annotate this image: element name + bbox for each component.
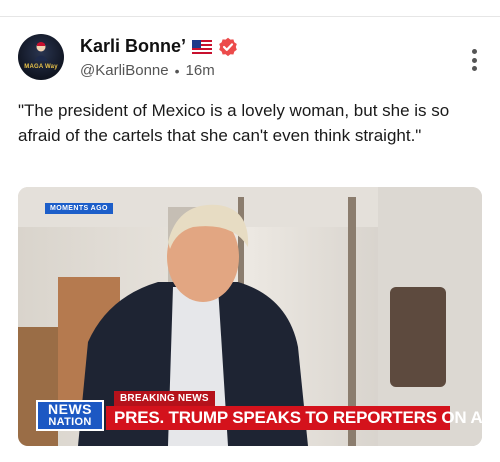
avatar[interactable]: MAGA Way xyxy=(18,34,64,80)
meta-row: @KarliBonne • 16m xyxy=(80,62,215,79)
news-nation-logo: NEWS NATION xyxy=(36,400,104,431)
video-thumbnail[interactable]: MOMENTS AGO BREAKING NEWS NEWS NATION PR… xyxy=(18,187,482,446)
news-ticker: BREAKING NEWS NEWS NATION PRES. TRUMP SP… xyxy=(36,391,482,431)
verified-badge-icon xyxy=(219,37,237,56)
display-name[interactable]: Karli Bonne’ xyxy=(80,36,186,57)
us-flag-icon xyxy=(192,39,213,54)
name-row: Karli Bonne’ xyxy=(80,36,238,57)
handle[interactable]: @KarliBonne xyxy=(80,62,169,79)
moments-ago-badge: MOMENTS AGO xyxy=(45,203,113,214)
meta-separator: • xyxy=(174,62,180,79)
timestamp[interactable]: 16m xyxy=(186,62,215,79)
post-text: "The president of Mexico is a lovely wom… xyxy=(18,101,450,145)
top-divider xyxy=(0,16,500,17)
post-header: MAGA Way Karli Bonne’ @KarliBonne • 16m xyxy=(18,34,484,86)
logo-line2: NATION xyxy=(38,416,102,429)
breaking-news-label: BREAKING NEWS xyxy=(114,391,215,406)
avatar-label: MAGA Way xyxy=(24,64,58,70)
more-vertical-icon xyxy=(471,49,477,54)
logo-line1: NEWS xyxy=(48,401,92,417)
news-headline: PRES. TRUMP SPEAKS TO REPORTERS ON AF1 xyxy=(106,406,482,430)
more-options-button[interactable] xyxy=(464,46,484,74)
avatar-figure-icon xyxy=(34,42,48,61)
